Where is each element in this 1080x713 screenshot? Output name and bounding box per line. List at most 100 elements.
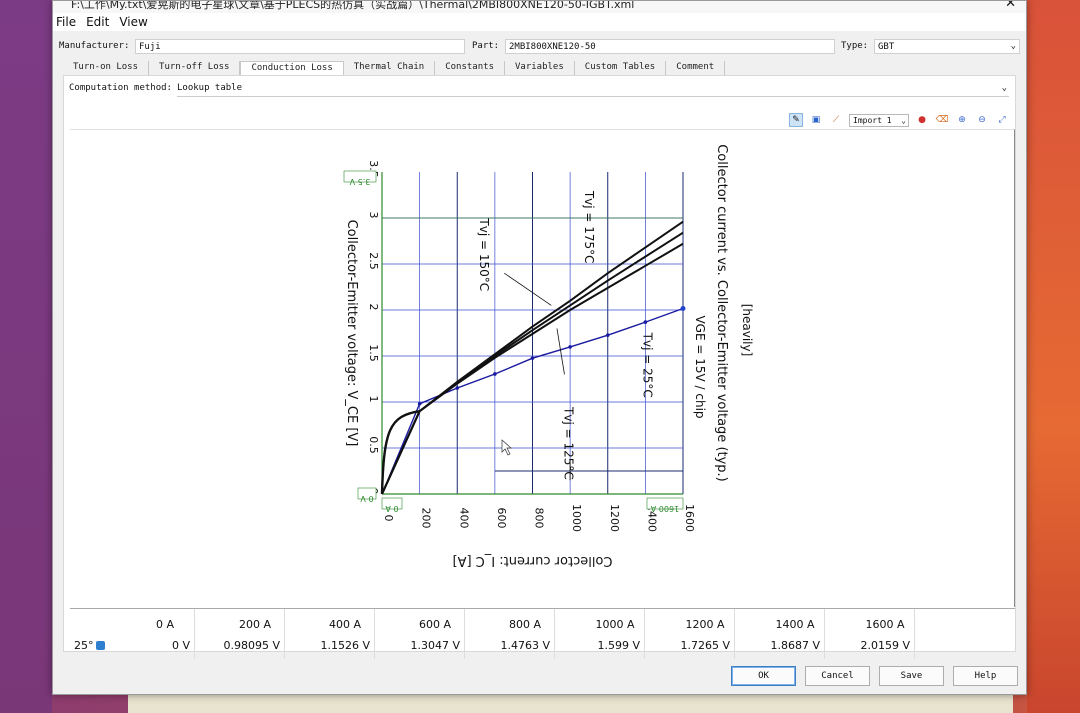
table-cell[interactable]: 1.3047 V bbox=[380, 636, 460, 656]
checkbox[interactable] bbox=[95, 640, 105, 650]
chevron-down-icon: ⌄ bbox=[901, 115, 906, 125]
vge-label: VGE = 15V / chip bbox=[693, 315, 707, 418]
device-info-row: Manufacturer: Fuji Part: 2MBI800XNE120-5… bbox=[59, 39, 1020, 55]
y-tick-label: 1.5 bbox=[367, 344, 380, 362]
computation-method-select[interactable]: Lookup table ⌄ bbox=[177, 83, 1009, 97]
column-divider bbox=[284, 609, 285, 659]
label-tj150: Tvj = 150°C bbox=[477, 217, 491, 291]
table-cell[interactable]: 1.8687 V bbox=[740, 636, 820, 656]
x-axis-title: Collector current: I_C [A] bbox=[453, 553, 613, 568]
computation-method-label: Computation method: bbox=[69, 83, 172, 93]
menu-edit[interactable]: Edit bbox=[86, 15, 109, 29]
x-tick-label: 800 bbox=[533, 508, 546, 529]
table-header-cell: 600 A bbox=[418, 618, 452, 631]
annotation-line bbox=[504, 272, 552, 306]
y-tick-label: 2.5 bbox=[367, 252, 380, 270]
y-tick-label: 3 bbox=[367, 212, 380, 219]
label-tj175: Tvj = 175°C bbox=[582, 190, 596, 264]
y-tick-label: 1 bbox=[367, 396, 380, 403]
manufacturer-field[interactable]: Fuji bbox=[135, 39, 465, 54]
tab-bar: Turn-on Loss Turn-off Loss Conduction Lo… bbox=[63, 61, 726, 76]
column-divider bbox=[464, 609, 465, 659]
record-icon[interactable]: ● bbox=[915, 113, 929, 127]
label-tj125: Tvj = 125°C bbox=[561, 406, 575, 480]
tab-turn-on-loss[interactable]: Turn-on Loss bbox=[63, 61, 150, 76]
editor-window: F:\工作\My.txt\爱晃斯的电子星球\文章\基于PLECS的热仿真（实战篇… bbox=[52, 0, 1027, 695]
data-point bbox=[643, 320, 648, 324]
x-tick-label: 1200 bbox=[608, 504, 621, 532]
tab-turn-off-loss[interactable]: Turn-off Loss bbox=[149, 61, 241, 76]
table-cell[interactable]: 0 V bbox=[110, 636, 190, 656]
window-title: F:\工作\My.txt\爱晃斯的电子星球\文章\基于PLECS的热仿真（实战篇… bbox=[71, 1, 635, 11]
x-tick-label: 600 bbox=[495, 508, 508, 529]
annotation-line bbox=[556, 328, 565, 375]
table-header-cell: 1200 A bbox=[685, 618, 725, 631]
chevron-down-icon: ⌄ bbox=[1010, 41, 1016, 51]
table-cell[interactable]: 1.1526 V bbox=[290, 636, 370, 656]
type-label: Type: bbox=[841, 41, 869, 51]
vmax-tag-text: 3.5 V bbox=[349, 177, 370, 186]
x-tick-label: 400 bbox=[457, 508, 470, 529]
table-header-cell: 0 A bbox=[155, 618, 175, 631]
data-point bbox=[605, 333, 610, 337]
table-header-cell: 1600 A bbox=[865, 618, 905, 631]
save-button[interactable]: Save bbox=[879, 666, 944, 686]
pencil-icon[interactable]: ✎ bbox=[789, 113, 803, 127]
column-divider bbox=[644, 609, 645, 659]
menu-view[interactable]: View bbox=[119, 15, 147, 29]
tab-conduction-loss[interactable]: Conduction Loss bbox=[240, 61, 344, 76]
chevron-down-icon: ⌄ bbox=[1001, 83, 1007, 93]
tab-custom-tables[interactable]: Custom Tables bbox=[575, 61, 667, 76]
table-cell[interactable]: 0.98095 V bbox=[200, 636, 280, 656]
data-point bbox=[530, 356, 535, 360]
eraser-icon[interactable]: ⌫ bbox=[935, 113, 949, 127]
table-cell[interactable]: 2.0159 V bbox=[830, 636, 910, 656]
table-header-cell: 1400 A bbox=[775, 618, 815, 631]
tab-thermal-chain[interactable]: Thermal Chain bbox=[344, 61, 436, 76]
column-divider bbox=[914, 609, 915, 659]
y-tick-label: 0.5 bbox=[367, 436, 380, 454]
table-cell[interactable]: 1.7265 V bbox=[650, 636, 730, 656]
tab-constants[interactable]: Constants bbox=[435, 61, 505, 76]
y-tick-label: 2 bbox=[367, 304, 380, 311]
table-cell[interactable]: 1.4763 V bbox=[470, 636, 550, 656]
type-select[interactable]: GBT ⌄ bbox=[874, 39, 1020, 54]
zoom-out-icon[interactable]: ⊖ bbox=[975, 113, 989, 127]
menu-file[interactable]: File bbox=[56, 15, 76, 29]
conduction-loss-panel: Computation method: Lookup table ⌄ ✎ ▣ ⟋… bbox=[63, 75, 1016, 659]
zoom-in-icon[interactable]: ⊕ bbox=[955, 113, 969, 127]
lookup-table: 0 A 200 A 400 A 600 A 800 A 1000 A 1200 A 1400 … bbox=[70, 608, 1015, 659]
select-icon[interactable]: ▣ bbox=[809, 113, 823, 127]
part-field[interactable]: 2MBI800XNE120-50 bbox=[505, 39, 835, 54]
plot-area[interactable]: 00.511.522.533.5020040060080010001200140… bbox=[70, 129, 1015, 607]
help-button[interactable]: Help bbox=[953, 666, 1018, 686]
data-point-end bbox=[680, 306, 686, 312]
title-bar: F:\工作\My.txt\爱晃斯的电子星球\文章\基于PLECS的热仿真（实战篇… bbox=[53, 1, 1026, 13]
x-tick-label: 200 bbox=[420, 508, 433, 529]
data-point bbox=[568, 345, 572, 349]
row-label: 25° bbox=[74, 636, 105, 656]
menu-bar: File Edit View bbox=[53, 13, 1026, 31]
column-divider bbox=[374, 609, 375, 659]
close-icon[interactable]: ✕ bbox=[1005, 1, 1016, 11]
table-header-row: 0 A 200 A 400 A 600 A 800 A 1000 A 1200 A 1400 … bbox=[70, 615, 1015, 635]
tab-variables[interactable]: Variables bbox=[505, 61, 575, 76]
data-point bbox=[455, 386, 460, 390]
ok-button[interactable]: OK bbox=[731, 666, 796, 686]
import-label: Import 1 bbox=[853, 115, 892, 125]
line-icon[interactable]: ⟋ bbox=[829, 113, 843, 127]
cancel-button[interactable]: Cancel bbox=[805, 666, 870, 686]
import-select[interactable]: Import 1 ⌄ bbox=[849, 113, 909, 127]
part-label: Part: bbox=[472, 41, 500, 51]
table-header-cell: 800 A bbox=[508, 618, 542, 631]
table-header-cell: 200 A bbox=[238, 618, 272, 631]
column-divider bbox=[554, 609, 555, 659]
row-label-text: 25° bbox=[74, 639, 94, 652]
tab-comment[interactable]: Comment bbox=[666, 61, 726, 76]
y-axis-title: Collector-Emitter voltage: V_CE [V] bbox=[344, 220, 359, 447]
table-cell[interactable]: 1.599 V bbox=[560, 636, 640, 656]
mouse-cursor-icon bbox=[501, 439, 512, 456]
imin-tag-text: 0 A bbox=[385, 504, 399, 513]
zoom-fit-icon[interactable]: ⤢ bbox=[995, 113, 1009, 127]
plot-toolbar: ✎ ▣ ⟋ Import 1 ⌄ ● ⌫ ⊕ ⊖ ⤢ bbox=[789, 113, 1009, 127]
